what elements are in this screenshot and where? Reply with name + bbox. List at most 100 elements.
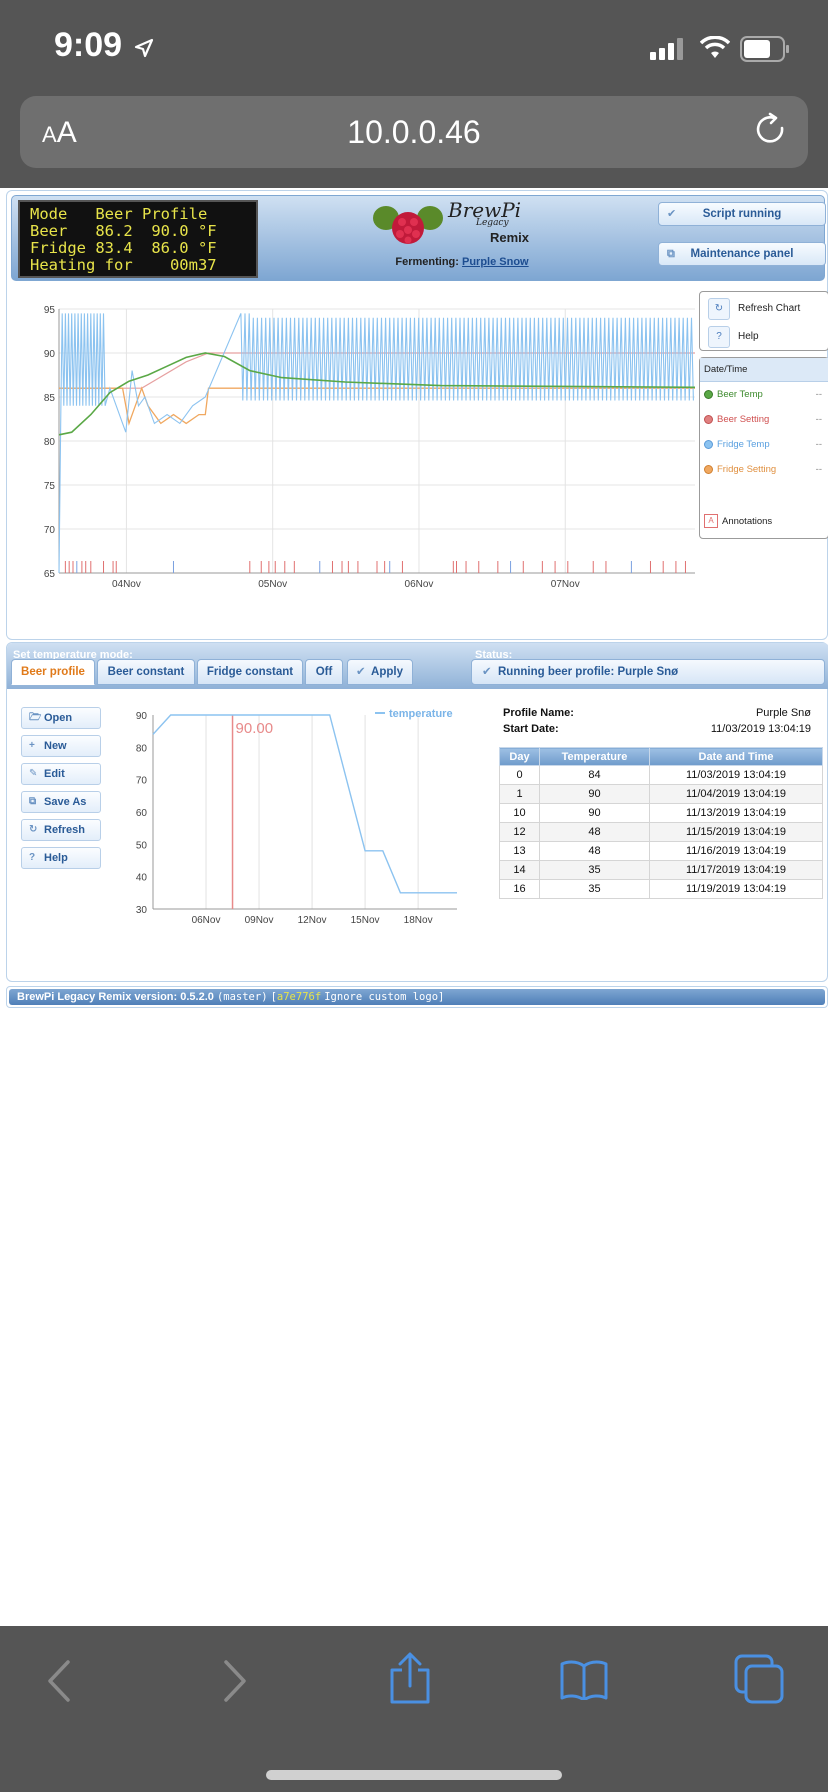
check-icon: ✔ xyxy=(667,208,677,220)
check-icon: ✔ xyxy=(356,666,366,678)
cellular-signal-icon xyxy=(650,38,683,60)
legend-dot xyxy=(704,465,713,474)
tab-off[interactable]: Off xyxy=(305,659,343,685)
table-row[interactable]: 1 90 11/04/2019 13:04:19 xyxy=(499,784,823,804)
table-row[interactable]: 12 48 11/15/2019 13:04:19 xyxy=(499,822,823,842)
chart-controls: ↻ Refresh Chart ? Help xyxy=(699,291,828,351)
table-cell: 12 xyxy=(499,822,540,842)
table-row[interactable]: 10 90 11/13/2019 13:04:19 xyxy=(499,803,823,823)
y-tick-label: 85 xyxy=(44,393,56,404)
plus-icon: + xyxy=(29,740,35,751)
y-tick-label: 80 xyxy=(44,437,56,448)
annotations-toggle[interactable]: A Annotations xyxy=(704,514,772,530)
x-tick-label: 05Nov xyxy=(258,579,287,590)
refresh-chart-button[interactable]: ↻ Refresh Chart xyxy=(708,298,824,320)
table-cell: 35 xyxy=(539,860,650,880)
x-tick-label: 04Nov xyxy=(112,579,141,590)
profile-chart[interactable]: 90 80 70 60 50 40 30 06Nov 09Nov 12Nov 15Nov 18Nov 9… xyxy=(117,703,467,943)
table-cell: 11/17/2019 13:04:19 xyxy=(649,860,823,880)
table-row[interactable]: 0 84 11/03/2019 13:04:19 xyxy=(499,765,823,785)
lcd-line: Heating for 00m37 xyxy=(30,256,217,274)
table-cell: 35 xyxy=(539,879,650,899)
window-icon: ⧉ xyxy=(667,248,675,260)
table-cell: 10 xyxy=(499,803,540,823)
version-bar: BrewPi Legacy Remix version: 0.5.2.0 (ma… xyxy=(9,989,825,1005)
brewpi-logo: BrewPi Legacy Remix xyxy=(372,198,542,250)
legend-beer-setting[interactable]: Beer Setting -- xyxy=(700,407,828,432)
apply-button[interactable]: ✔ Apply xyxy=(347,659,413,685)
lcd-display: Mode Beer Profile Beer 86.2 90.0 °F Fridge… xyxy=(18,200,258,278)
profile-edit-button[interactable]: ✎ Edit xyxy=(21,763,101,785)
table-cell: 48 xyxy=(539,822,650,842)
y-tick-label: 65 xyxy=(44,569,56,580)
help-icon: ? xyxy=(29,852,36,863)
commit-hash: a7e776f xyxy=(276,991,322,1003)
table-cell: 11/15/2019 13:04:19 xyxy=(649,822,823,842)
x-tick-label: 12Nov xyxy=(298,915,327,926)
check-icon: ✔ xyxy=(482,666,492,678)
tab-fridge-constant[interactable]: Fridge constant xyxy=(197,659,303,685)
y-tick-label: 30 xyxy=(136,905,148,916)
fridge-setting-line xyxy=(59,386,695,426)
legend-beer-temp[interactable]: Beer Temp -- xyxy=(700,382,828,407)
col-datetime: Date and Time xyxy=(649,747,823,766)
bookmarks-icon[interactable] xyxy=(560,1660,608,1700)
script-running-button[interactable]: ✔ Script running xyxy=(658,202,826,226)
legend-dot xyxy=(704,440,713,449)
forward-icon[interactable] xyxy=(220,1656,250,1706)
reload-icon[interactable] xyxy=(754,112,790,150)
y-tick-label: 95 xyxy=(44,305,56,316)
table-row[interactable]: 13 48 11/16/2019 13:04:19 xyxy=(499,841,823,861)
profile-help-button[interactable]: ? Help xyxy=(21,847,101,869)
profile-new-button[interactable]: + New xyxy=(21,735,101,757)
back-icon[interactable] xyxy=(44,1656,74,1706)
table-cell: 13 xyxy=(499,841,540,861)
y-tick-label: 75 xyxy=(44,481,56,492)
start-date: 11/03/2019 13:04:19 xyxy=(710,723,811,735)
profile-refresh-button[interactable]: ↻ Refresh xyxy=(21,819,101,841)
x-tick-label: 09Nov xyxy=(245,915,274,926)
tabs-icon[interactable] xyxy=(734,1654,784,1704)
table-cell: 11/13/2019 13:04:19 xyxy=(649,803,823,823)
temperature-chart[interactable]: 95 90 85 80 75 70 65 04Nov 05Nov 06Nov 07Nov xyxy=(27,303,699,623)
status-indicator: ✔ Running beer profile: Purple Snø xyxy=(471,659,825,685)
y-tick-label: 40 xyxy=(136,873,148,884)
annotation-icon: A xyxy=(704,514,718,528)
table-row[interactable]: 16 35 11/19/2019 13:04:19 xyxy=(499,879,823,899)
tab-beer-profile[interactable]: Beer profile xyxy=(11,659,95,685)
profile-open-button[interactable]: 🗁 Open xyxy=(21,707,101,729)
url-text[interactable]: 10.0.0.46 xyxy=(20,114,808,151)
table-cell: 11/04/2019 13:04:19 xyxy=(649,784,823,804)
legend-dot xyxy=(704,390,713,399)
url-bar[interactable]: AA 10.0.0.46 xyxy=(20,96,808,168)
table-cell: 84 xyxy=(539,765,650,785)
legend-fridge-temp[interactable]: Fridge Temp -- xyxy=(700,432,828,457)
y-tick-label: 70 xyxy=(136,776,148,787)
profile-name: Purple Snø xyxy=(755,707,811,719)
col-temperature: Temperature xyxy=(539,747,650,766)
share-icon[interactable] xyxy=(388,1652,432,1704)
maintenance-panel-button[interactable]: ⧉ Maintenance panel xyxy=(658,242,826,266)
lcd-line: Mode Beer Profile xyxy=(30,205,208,223)
table-cell: 16 xyxy=(499,879,540,899)
table-row[interactable]: 14 35 11/17/2019 13:04:19 xyxy=(499,860,823,880)
wrench-icon: ✎ xyxy=(29,768,38,779)
table-cell: 90 xyxy=(539,784,650,804)
y-tick-label: 60 xyxy=(136,808,148,819)
legend-fridge-setting[interactable]: Fridge Setting -- xyxy=(700,457,828,482)
table-cell: 11/19/2019 13:04:19 xyxy=(649,879,823,899)
chart-help-button[interactable]: ? Help xyxy=(708,326,824,348)
refresh-icon: ↻ xyxy=(708,298,730,320)
header-panel: Mode Beer Profile Beer 86.2 90.0 °F Fridge… xyxy=(6,190,828,640)
safari-toolbar xyxy=(0,1626,828,1792)
help-icon: ? xyxy=(708,326,730,348)
table-cell: 90 xyxy=(539,803,650,823)
profile-save-as-button[interactable]: ⧉ Save As xyxy=(21,791,101,813)
x-tick-label: 18Nov xyxy=(404,915,433,926)
location-arrow-icon xyxy=(134,38,154,58)
beer-name-link[interactable]: Purple Snow xyxy=(462,256,529,268)
refresh-icon: ↻ xyxy=(29,824,38,835)
profile-table: Day Temperature Date and Time 0 84 11/03/2… xyxy=(499,747,823,899)
table-cell: 1 xyxy=(499,784,540,804)
tab-beer-constant[interactable]: Beer constant xyxy=(97,659,195,685)
